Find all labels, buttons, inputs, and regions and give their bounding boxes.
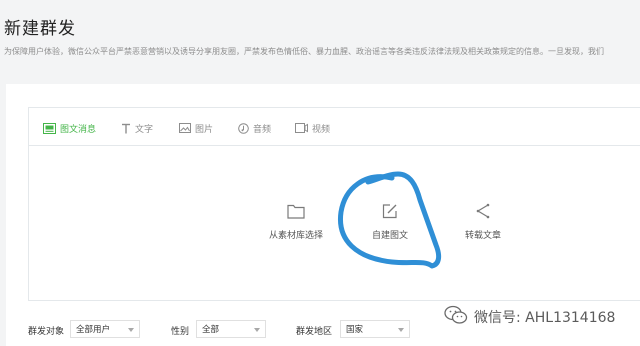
repost-article-label: 转载文章: [464, 231, 501, 241]
tab-news[interactable]: 图文消息: [43, 121, 96, 135]
audio-icon: [238, 122, 249, 134]
target-value: 全部用户: [76, 325, 111, 335]
share-icon: [475, 203, 491, 228]
region-value: 国家: [346, 325, 364, 335]
folder-icon: [287, 203, 305, 228]
target-select[interactable]: 全部用户: [70, 320, 140, 338]
page-title: 新建群发: [4, 19, 76, 39]
tab-video[interactable]: 视频: [295, 121, 330, 135]
select-from-library-label: 从素材库选择: [268, 231, 323, 241]
create-article-button[interactable]: 自建图文: [345, 203, 435, 241]
wechat-icon: [444, 305, 468, 329]
message-type-tabs: 图文消息 文字 图片 音频 视频: [29, 108, 640, 146]
tab-image[interactable]: 图片: [179, 121, 213, 135]
watermark-text: 微信号: AHL1314168: [474, 310, 616, 326]
repost-article-button[interactable]: 转载文章: [438, 203, 528, 241]
tab-audio[interactable]: 音频: [238, 121, 271, 135]
tab-video-label: 视频: [312, 124, 331, 135]
gender-label: 性别: [171, 327, 190, 337]
chevron-down-icon: [398, 328, 404, 332]
tab-text[interactable]: 文字: [121, 121, 153, 135]
policy-notice: 为保障用户体验，微信公众平台严禁恶意营销以及诱导分享朋友圈，严禁发布色情低俗、暴…: [4, 47, 604, 56]
wechat-watermark: 微信号: AHL1314168: [444, 305, 615, 329]
edit-icon: [382, 203, 398, 228]
chevron-down-icon: [128, 328, 134, 332]
tab-text-label: 文字: [135, 124, 154, 135]
video-icon: [295, 123, 308, 133]
tab-audio-label: 音频: [253, 124, 272, 135]
region-select[interactable]: 国家: [340, 320, 410, 338]
tab-news-label: 图文消息: [60, 124, 97, 135]
chevron-down-icon: [254, 328, 260, 332]
select-from-library-button[interactable]: 从素材库选择: [251, 203, 341, 241]
image-icon: [179, 123, 191, 133]
tab-image-label: 图片: [195, 124, 214, 135]
gender-select[interactable]: 全部: [196, 320, 266, 338]
message-editor: 图文消息 文字 图片 音频 视频 从素材库选择 自建图文 转载文章: [28, 107, 640, 301]
gender-value: 全部: [202, 325, 220, 335]
text-icon: [121, 123, 131, 134]
target-label: 群发对象: [28, 327, 65, 337]
news-icon: [43, 122, 56, 134]
region-label: 群发地区: [296, 327, 333, 337]
create-article-label: 自建图文: [371, 231, 408, 241]
